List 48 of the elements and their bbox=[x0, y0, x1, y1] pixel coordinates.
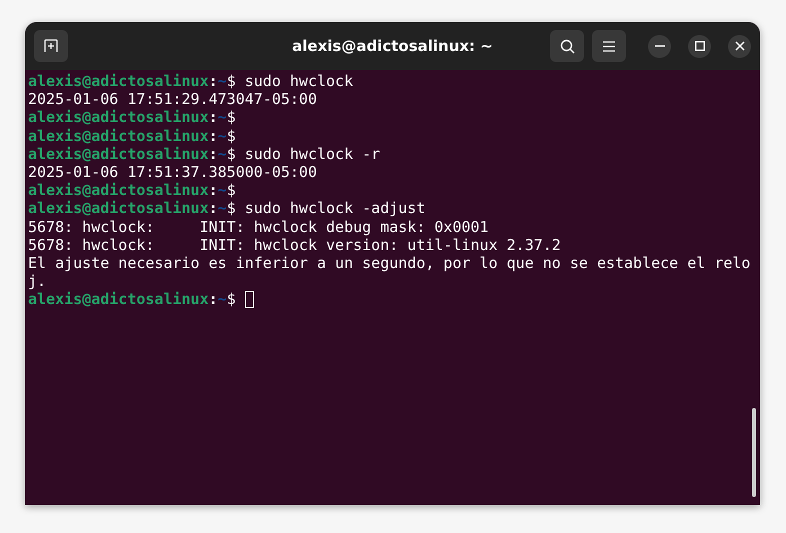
scrollbar[interactable] bbox=[752, 408, 756, 497]
path-text: ~ bbox=[218, 181, 227, 200]
output-text: 5678: hwclock: INIT: hwclock version: util-linux 2.37.2 bbox=[28, 236, 561, 254]
username-text: alexis@adictosalinux bbox=[28, 199, 209, 218]
prompt-separator: : bbox=[208, 181, 218, 200]
menu-button[interactable] bbox=[592, 30, 626, 62]
username-text: alexis@adictosalinux bbox=[28, 126, 209, 145]
path-text: ~ bbox=[218, 199, 227, 218]
output-text: 5678: hwclock: INIT: hwclock debug mask: 0x0001 bbox=[28, 218, 489, 236]
maximize-icon bbox=[694, 41, 704, 51]
minimize-icon bbox=[654, 45, 664, 47]
close-icon bbox=[734, 41, 744, 51]
search-button[interactable] bbox=[550, 30, 584, 62]
window-title: alexis@adictosalinux: ~ bbox=[292, 37, 493, 55]
username-text: alexis@adictosalinux bbox=[28, 108, 209, 127]
output-text: 2025-01-06 17:51:37.385000-05:00 bbox=[28, 162, 317, 182]
new-tab-icon bbox=[44, 39, 58, 53]
new-tab-button[interactable] bbox=[34, 30, 68, 62]
path-text: ~ bbox=[218, 108, 227, 127]
prompt-separator: : bbox=[208, 199, 218, 218]
close-button[interactable] bbox=[728, 34, 751, 58]
prompt-separator: : bbox=[208, 290, 218, 308]
maximize-button[interactable] bbox=[688, 34, 711, 58]
command-text: $ sudo hwclock -r bbox=[226, 144, 380, 163]
path-text: ~ bbox=[218, 72, 227, 90]
path-text: ~ bbox=[218, 144, 227, 163]
command-text: $ bbox=[226, 181, 236, 200]
menu-icon bbox=[603, 40, 615, 52]
command-text: $ sudo hwclock bbox=[226, 72, 354, 90]
command-text: $ sudo hwclock -adjust bbox=[226, 199, 426, 218]
search-icon bbox=[560, 38, 574, 54]
username-text: alexis@adictosalinux bbox=[28, 181, 209, 200]
prompt-separator: : bbox=[208, 144, 218, 163]
output-text: 2025-01-06 17:51:29.473047-05:00 bbox=[28, 90, 317, 108]
prompt-separator: : bbox=[208, 126, 218, 145]
output-text: j. bbox=[28, 272, 46, 290]
path-text: ~ bbox=[218, 126, 227, 145]
prompt-separator: : bbox=[208, 72, 218, 90]
username-text: alexis@adictosalinux bbox=[28, 290, 209, 308]
output-text: El ajuste necesario es inferior a un segundo, por lo que no se establece el relo bbox=[28, 254, 750, 272]
username-text: alexis@adictosalinux bbox=[28, 72, 209, 90]
command-text: $ bbox=[226, 126, 236, 145]
username-text: alexis@adictosalinux bbox=[28, 144, 209, 163]
command-text: $ bbox=[226, 108, 236, 127]
command-text: $ bbox=[226, 290, 236, 308]
prompt-separator: : bbox=[208, 108, 218, 127]
path-text: ~ bbox=[218, 290, 227, 308]
minimize-button[interactable] bbox=[648, 34, 671, 58]
